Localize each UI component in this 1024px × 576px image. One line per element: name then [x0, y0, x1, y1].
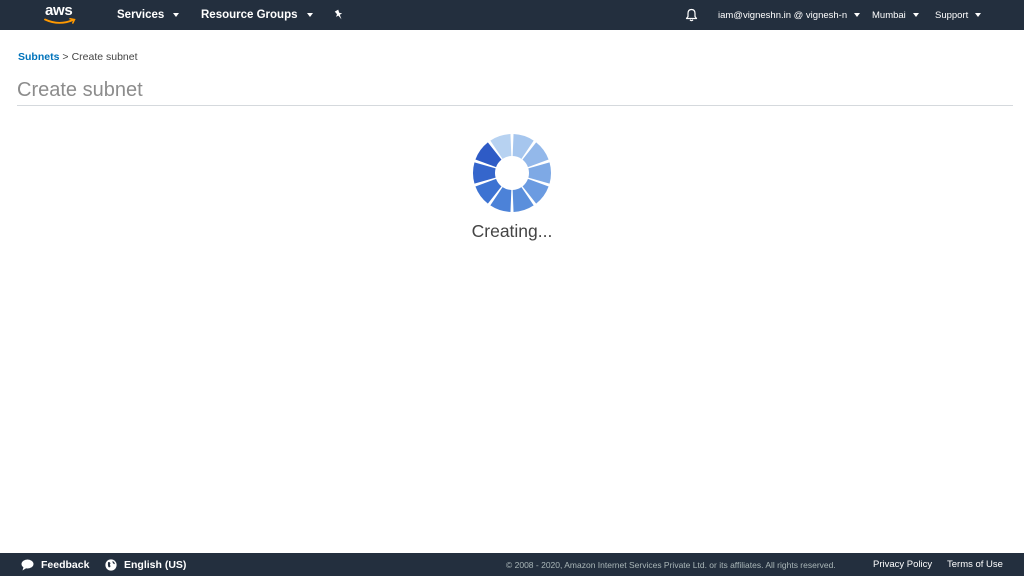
- account-label: iam@vigneshn.in @ vignesh-n: [718, 9, 848, 21]
- region-menu[interactable]: Mumbai: [872, 0, 919, 30]
- logo-text: aws: [45, 2, 73, 19]
- breadcrumb: Subnets > Create subnet: [18, 51, 138, 63]
- chevron-down-icon: [975, 13, 982, 17]
- terms-of-use-link[interactable]: Terms of Use: [947, 553, 1003, 576]
- pin-icon: [334, 9, 343, 20]
- top-navigation-bar: aws Services Resource Groups iam@vignesh…: [0, 0, 1024, 30]
- globe-icon: [105, 558, 117, 571]
- breadcrumb-separator: >: [62, 51, 69, 63]
- page-title: Create subnet: [17, 79, 143, 101]
- feedback-button[interactable]: Feedback: [21, 553, 89, 576]
- support-label: Support: [935, 9, 969, 21]
- support-menu[interactable]: Support: [935, 0, 982, 30]
- creating-status-text: Creating...: [471, 221, 553, 241]
- language-label: English (US): [124, 558, 187, 571]
- services-menu[interactable]: Services: [117, 0, 180, 30]
- pin-button[interactable]: [333, 0, 345, 30]
- bell-icon: [685, 8, 698, 22]
- breadcrumb-subnets-link[interactable]: Subnets: [18, 51, 59, 63]
- account-menu[interactable]: iam@vigneshn.in @ vignesh-n: [718, 0, 861, 30]
- chevron-down-icon: [306, 13, 313, 17]
- logo-smile-icon: [44, 18, 76, 24]
- notifications-button[interactable]: [685, 0, 698, 30]
- chevron-down-icon: [173, 13, 180, 17]
- privacy-policy-link[interactable]: Privacy Policy: [873, 553, 932, 576]
- speech-bubble-icon: [21, 559, 34, 571]
- resource-groups-menu[interactable]: Resource Groups: [201, 0, 313, 30]
- region-label: Mumbai: [872, 9, 906, 21]
- services-label: Services: [117, 9, 165, 21]
- copyright-text: © 2008 - 2020, Amazon Internet Services …: [506, 559, 836, 570]
- feedback-label: Feedback: [41, 558, 90, 571]
- footer-bar: Feedback English (US) © 2008 - 2020, Ama…: [0, 553, 1024, 576]
- title-divider: [17, 105, 1013, 106]
- breadcrumb-current: Create subnet: [71, 51, 138, 63]
- resource-groups-label: Resource Groups: [201, 9, 298, 21]
- aws-logo[interactable]: aws: [44, 2, 78, 27]
- loading-spinner-icon: [473, 134, 551, 212]
- chevron-down-icon: [912, 13, 919, 17]
- language-selector[interactable]: English (US): [105, 553, 186, 576]
- chevron-down-icon: [854, 13, 861, 17]
